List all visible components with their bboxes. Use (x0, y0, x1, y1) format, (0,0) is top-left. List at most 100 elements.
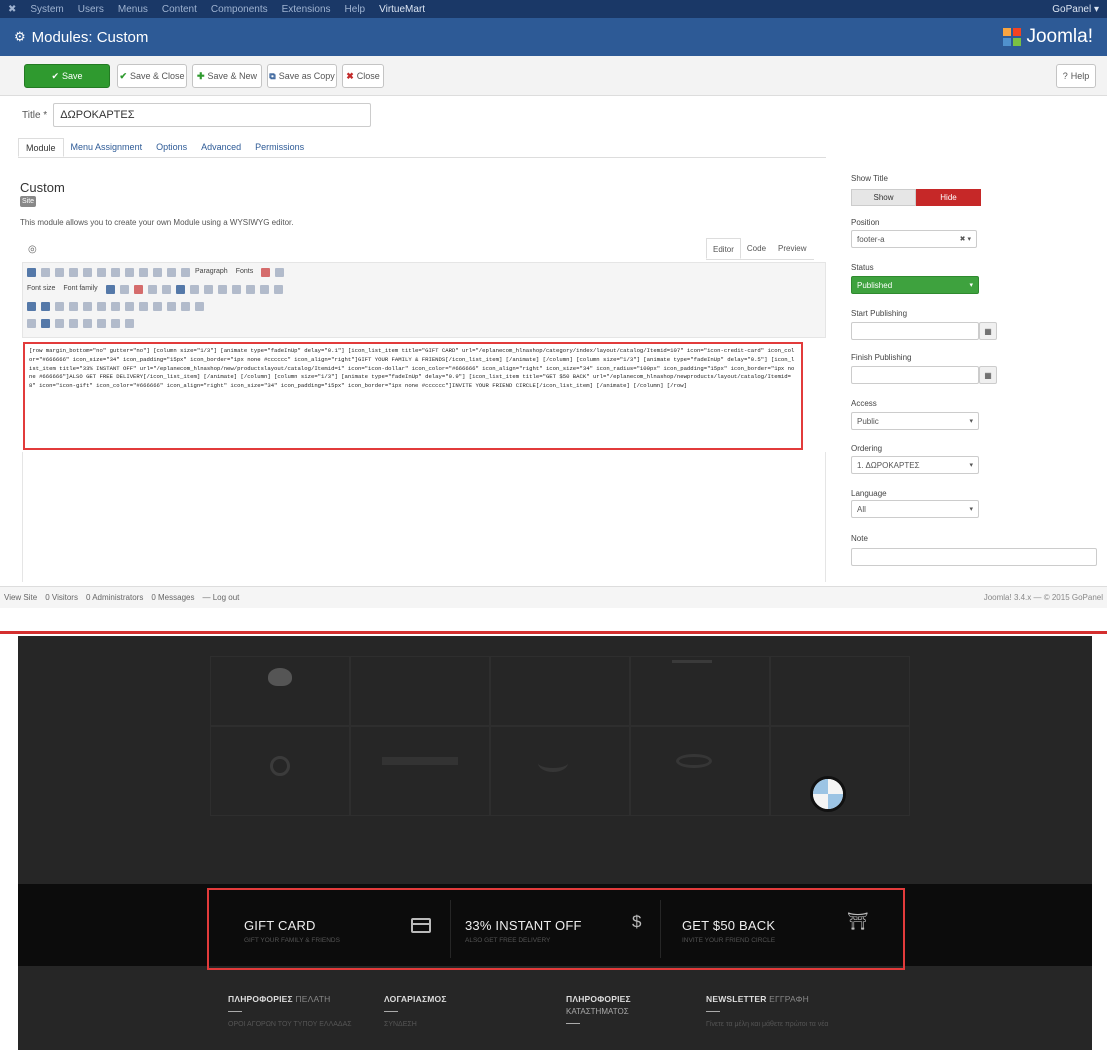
brand-logo-icon[interactable] (270, 756, 290, 776)
module-content-editor[interactable]: [row margin_bottom="no" gutter="no"] [co… (23, 342, 803, 450)
format-select[interactable]: Paragraph (195, 268, 228, 278)
tab-options[interactable]: Options (149, 138, 194, 157)
strikethrough-icon[interactable] (125, 268, 134, 277)
view-site-link[interactable]: View Site (4, 593, 37, 602)
media-icon[interactable] (83, 302, 92, 311)
user-menu[interactable]: GoPanel ▾ (1052, 4, 1099, 15)
menu-help[interactable]: Help (345, 4, 366, 15)
outdent-icon[interactable] (231, 285, 241, 294)
tab-menu-assignment[interactable]: Menu Assignment (64, 138, 150, 157)
image-icon[interactable] (69, 302, 78, 311)
font-family-select[interactable]: Font family (63, 285, 97, 295)
save-button[interactable]: ✔ Save (24, 64, 110, 88)
subscript-icon[interactable] (125, 302, 134, 311)
font-select[interactable]: Fonts (236, 268, 254, 278)
paste-icon[interactable] (175, 285, 185, 294)
help-button[interactable]: ? Help (1056, 64, 1096, 88)
title-input[interactable] (53, 103, 372, 127)
promo-instant-off[interactable]: 33% INSTANT OFF ALSO GET FREE DELIVERY (465, 918, 582, 944)
emoticons-icon[interactable] (167, 302, 176, 311)
status-select[interactable]: Published ▾ (851, 276, 979, 294)
promo-gift-card[interactable]: GIFT CARD GIFT YOUR FAMILY & FRIENDS (244, 918, 340, 944)
align-justify-icon[interactable] (181, 268, 190, 277)
redo-icon[interactable] (273, 285, 283, 294)
save-close-button[interactable]: ✔ Save & Close (117, 64, 187, 88)
toggle-editor-icon[interactable]: ◎ (28, 244, 37, 255)
menu-components[interactable]: Components (211, 4, 268, 15)
show-button[interactable]: Show (851, 189, 916, 206)
brand-logo-icon[interactable] (672, 660, 712, 663)
promo-cash-back[interactable]: GET $50 BACK INVITE YOUR FRIEND CIRCLE (682, 918, 775, 944)
brand-logo-icon[interactable] (382, 757, 458, 765)
close-button[interactable]: ✖ Close (342, 64, 384, 88)
save-copy-button[interactable]: ⧉ Save as Copy (267, 64, 337, 88)
clean-icon[interactable] (275, 268, 285, 277)
joomla-logo[interactable]: Joomla! (1002, 26, 1093, 48)
editor-button-icon[interactable] (55, 268, 64, 277)
anchor-icon[interactable] (55, 302, 64, 311)
charmap-icon[interactable] (153, 302, 162, 311)
position-select[interactable]: footer-a ✖ ▾ (851, 230, 977, 248)
bmw-logo-icon[interactable] (810, 776, 846, 812)
visitors-count[interactable]: 0 Visitors (45, 593, 78, 602)
cut-icon[interactable] (147, 285, 157, 294)
align-center-icon[interactable] (153, 268, 162, 277)
undo-icon[interactable] (259, 285, 269, 294)
ordering-select[interactable]: 1. ΔΩΡΟΚΑΡΤΕΣ ▾ (851, 456, 979, 474)
remove-format-icon[interactable] (133, 285, 143, 294)
tab-preview[interactable]: Preview (772, 238, 812, 259)
menu-users[interactable]: Users (78, 4, 104, 15)
bold-icon[interactable] (83, 268, 92, 277)
menu-virtuemart[interactable]: VirtueMart (379, 4, 425, 15)
align-right-icon[interactable] (167, 268, 176, 277)
access-select[interactable]: Public ▾ (851, 412, 979, 430)
editor-button-icon[interactable] (69, 268, 78, 277)
template-icon[interactable] (27, 319, 36, 328)
print-icon[interactable] (69, 319, 78, 328)
note-input[interactable] (851, 548, 1097, 566)
hide-button[interactable]: Hide (916, 189, 981, 206)
finish-publishing-input[interactable] (851, 366, 979, 384)
menu-system[interactable]: System (30, 4, 63, 15)
visual-aid-icon[interactable] (97, 319, 106, 328)
number-list-icon[interactable] (217, 285, 227, 294)
table-icon[interactable] (97, 302, 106, 311)
messages-count[interactable]: 0 Messages (151, 593, 194, 602)
highlight-color-icon[interactable] (119, 285, 129, 294)
joomla-menu-icon[interactable]: ✖ (8, 4, 16, 15)
editor-button-icon[interactable] (27, 268, 36, 277)
edit-icon[interactable] (261, 268, 271, 277)
editor-button-icon[interactable] (41, 268, 50, 277)
menu-extensions[interactable]: Extensions (282, 4, 331, 15)
tab-module[interactable]: Module (18, 138, 64, 157)
copy-icon[interactable] (161, 285, 171, 294)
language-select[interactable]: All ▾ (851, 500, 979, 518)
ltr-icon[interactable] (41, 319, 50, 328)
tab-permissions[interactable]: Permissions (248, 138, 311, 157)
align-left-icon[interactable] (139, 268, 148, 277)
tab-editor[interactable]: Editor (706, 238, 741, 259)
administrators-count[interactable]: 0 Administrators (86, 593, 143, 602)
menu-menus[interactable]: Menus (118, 4, 148, 15)
font-size-select[interactable]: Font size (27, 285, 55, 295)
text-color-icon[interactable] (105, 285, 115, 294)
indent-icon[interactable] (245, 285, 255, 294)
footer-link[interactable]: ΣΥΝΔΕΣΗ (384, 1021, 447, 1028)
code-icon[interactable] (195, 302, 204, 311)
calendar-icon[interactable]: ▦ (979, 322, 997, 340)
brand-logo-icon[interactable] (676, 754, 712, 768)
fullscreen-icon[interactable] (181, 302, 190, 311)
nonbreaking-icon[interactable] (111, 319, 120, 328)
tab-code[interactable]: Code (741, 238, 772, 259)
superscript-icon[interactable] (139, 302, 148, 311)
save-new-button[interactable]: ✚ Save & New (192, 64, 262, 88)
hr-icon[interactable] (111, 302, 120, 311)
italic-icon[interactable] (97, 268, 106, 277)
underline-icon[interactable] (111, 268, 120, 277)
start-publishing-input[interactable] (851, 322, 979, 340)
menu-content[interactable]: Content (162, 4, 197, 15)
paste-text-icon[interactable] (189, 285, 199, 294)
brand-logo-icon[interactable] (538, 754, 568, 772)
footer-link[interactable]: ΟΡΟΙ ΑΓΟΡΩΝ ΤΟΥ ΤΥΠΟΥ ΕΛΛΑΔΑΣ (228, 1021, 352, 1028)
unlink-icon[interactable] (41, 302, 50, 311)
